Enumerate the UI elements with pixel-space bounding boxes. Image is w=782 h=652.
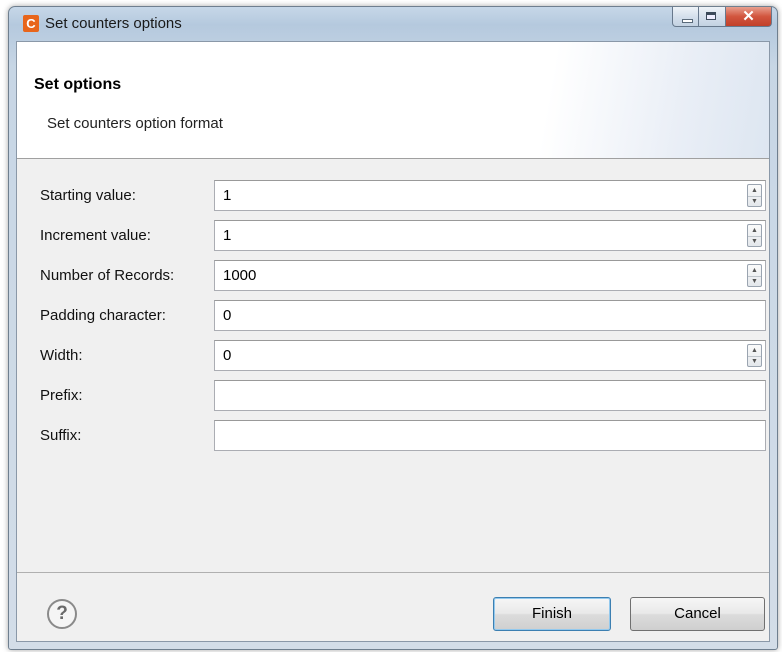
width-input[interactable]: 0 ▲ ▼ [214, 340, 766, 371]
number-of-records-label: Number of Records: [40, 267, 175, 284]
prefix-row: Prefix: [17, 380, 769, 412]
increment-value-row: Increment value: 1 ▲ ▼ [17, 220, 769, 252]
spin-down-icon[interactable]: ▼ [748, 356, 761, 367]
width-text: 0 [223, 347, 232, 364]
starting-value-label: Starting value: [40, 187, 136, 204]
number-of-records-spinner[interactable]: ▲ ▼ [747, 264, 762, 287]
set-counters-options-dialog: C Set counters options ✕ Set options Set… [8, 6, 778, 650]
banner-description: Set counters option format [47, 115, 223, 132]
footer-divider [17, 572, 769, 573]
window-title: Set counters options [45, 15, 182, 32]
width-label: Width: [40, 347, 83, 364]
starting-value-spinner[interactable]: ▲ ▼ [747, 184, 762, 207]
maximize-button[interactable] [699, 7, 726, 27]
banner-title: Set options [34, 76, 122, 93]
maximize-icon [706, 12, 716, 20]
width-spinner[interactable]: ▲ ▼ [747, 344, 762, 367]
close-button[interactable]: ✕ [726, 7, 772, 27]
starting-value-row: Starting value: 1 ▲ ▼ [17, 180, 769, 212]
help-icon[interactable]: ? [47, 599, 77, 629]
width-row: Width: 0 ▲ ▼ [17, 340, 769, 372]
padding-character-input[interactable]: 0 [214, 300, 766, 331]
header-banner: Set options Set counters option format [17, 42, 769, 159]
starting-value-text: 1 [223, 187, 232, 204]
increment-value-spinner[interactable]: ▲ ▼ [747, 224, 762, 247]
cancel-button[interactable]: Cancel [630, 597, 765, 631]
number-of-records-input[interactable]: 1000 ▲ ▼ [214, 260, 766, 291]
minimize-button[interactable] [672, 7, 699, 27]
prefix-label: Prefix: [40, 387, 83, 404]
minimize-icon [682, 19, 693, 23]
padding-character-row: Padding character: 0 [17, 300, 769, 332]
starting-value-input[interactable]: 1 ▲ ▼ [214, 180, 766, 211]
suffix-input[interactable] [214, 420, 766, 451]
padding-character-text: 0 [223, 307, 232, 324]
padding-character-label: Padding character: [40, 307, 166, 324]
number-of-records-row: Number of Records: 1000 ▲ ▼ [17, 260, 769, 292]
finish-button[interactable]: Finish [493, 597, 611, 631]
spin-down-icon[interactable]: ▼ [748, 236, 761, 247]
suffix-label: Suffix: [40, 427, 82, 444]
spin-down-icon[interactable]: ▼ [748, 276, 761, 287]
prefix-input[interactable] [214, 380, 766, 411]
suffix-row: Suffix: [17, 420, 769, 452]
increment-value-text: 1 [223, 227, 232, 244]
increment-value-label: Increment value: [40, 227, 151, 244]
title-bar[interactable]: C Set counters options ✕ [9, 7, 777, 41]
spin-down-icon[interactable]: ▼ [748, 196, 761, 207]
number-of-records-text: 1000 [223, 267, 257, 284]
dialog-content: Set options Set counters option format S… [16, 41, 770, 642]
increment-value-input[interactable]: 1 ▲ ▼ [214, 220, 766, 251]
app-logo-icon: C [23, 15, 39, 32]
window-controls: ✕ [672, 7, 772, 27]
close-icon: ✕ [742, 8, 755, 25]
